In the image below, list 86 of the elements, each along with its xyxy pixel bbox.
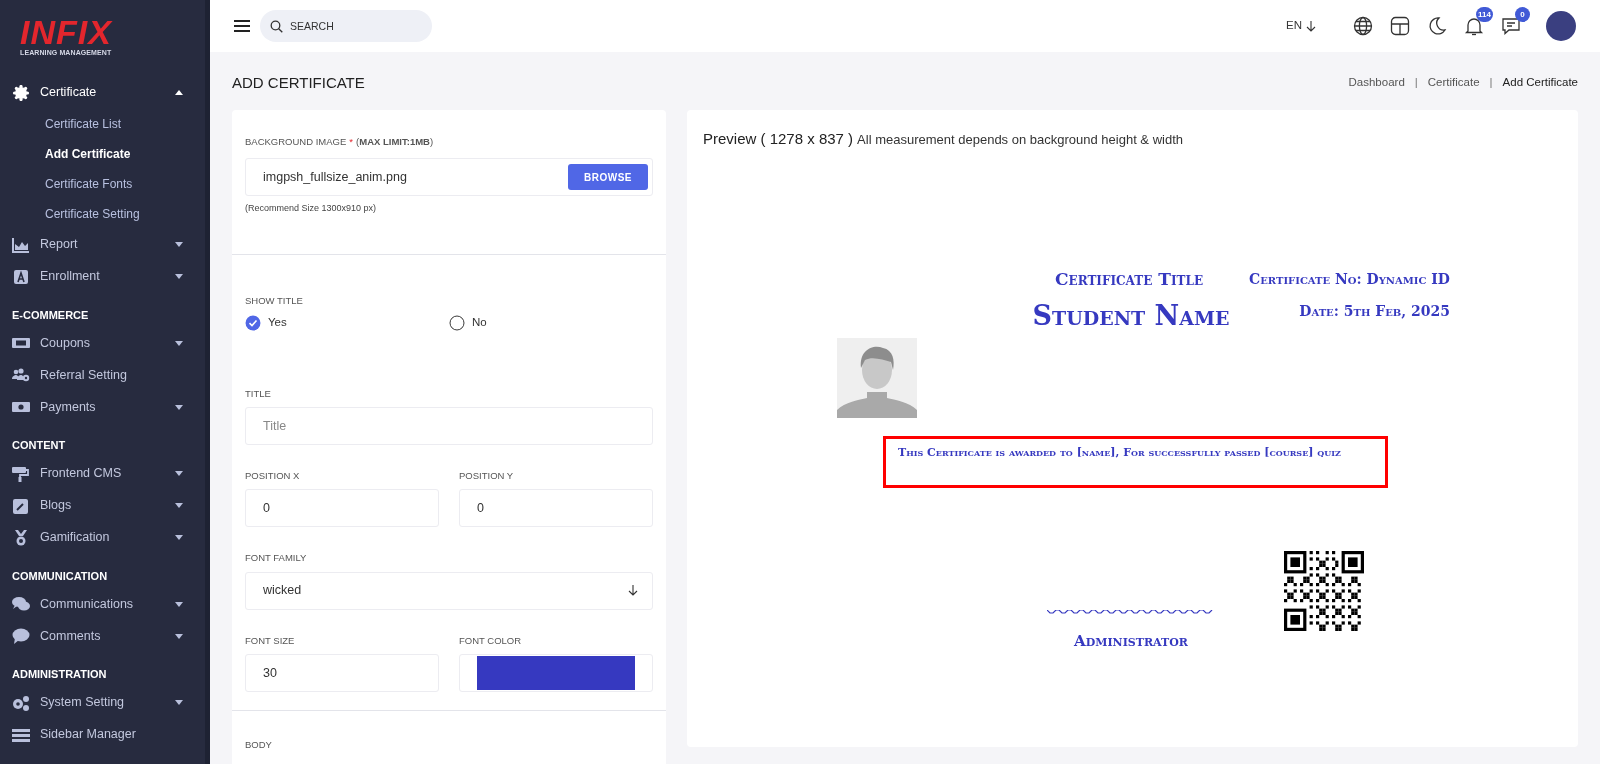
- page-title: ADD CERTIFICATE: [232, 74, 365, 92]
- edit-icon: [12, 497, 30, 514]
- radio-option[interactable]: No: [449, 314, 487, 332]
- input-field[interactable]: 0: [245, 489, 439, 528]
- arrow-down-icon: [628, 585, 638, 596]
- sidebar-item[interactable]: Sidebar Manager: [0, 718, 205, 751]
- required-mark: *: [349, 136, 354, 147]
- speech-bubble-icon: [12, 628, 30, 644]
- submenu-item[interactable]: Certificate Setting: [0, 198, 205, 229]
- radio-unchecked[interactable]: [449, 314, 465, 331]
- field-label: FONT FAMILY: [245, 551, 307, 566]
- chat-icon[interactable]: [1501, 16, 1521, 36]
- input-field[interactable]: Title: [245, 407, 653, 445]
- certificate-title: Certificate Title: [1054, 268, 1204, 291]
- browse-button[interactable]: BROWSE: [568, 164, 648, 190]
- users-icon: [12, 367, 30, 383]
- section-heading: E-COMMERCE: [11, 307, 90, 323]
- field-label: BACKGROUND IMAGE: [245, 135, 347, 149]
- badge-icon: [12, 84, 30, 101]
- section-heading: CONTENT: [11, 438, 67, 453]
- count-badge: 0: [1515, 7, 1530, 22]
- size-limit-note: (MAX LIMIT:1MB): [356, 136, 434, 147]
- menu-icon[interactable]: [234, 19, 250, 33]
- sidebar-item[interactable]: Referral Setting: [0, 359, 205, 391]
- size-hint: (Recommend Size 1300x910 px): [245, 202, 378, 215]
- field-label: FONT COLOR: [459, 633, 522, 648]
- sidebar-item[interactable]: Payments: [0, 391, 205, 423]
- sidebar-item[interactable]: Frontend CMS: [0, 457, 205, 490]
- field-label: SHOW TITLE: [245, 293, 303, 308]
- breadcrumb-link[interactable]: Dashboard: [1348, 74, 1405, 92]
- arrow-down-icon: [1306, 20, 1316, 32]
- field-label: POSITION X: [245, 469, 300, 483]
- cash-icon: [12, 399, 30, 415]
- gears-icon: [12, 694, 30, 711]
- sidebar-item[interactable]: Report: [0, 228, 205, 261]
- breadcrumb-separator: |: [1414, 75, 1418, 91]
- count-badge: 114: [1476, 7, 1493, 22]
- sidebar-item[interactable]: Communications: [0, 588, 205, 620]
- section-heading: COMMUNICATION: [11, 568, 109, 584]
- sidebar-item[interactable]: Enrollment: [0, 260, 205, 293]
- preview-note: All measurement depends on background height & width: [857, 131, 1183, 149]
- sidebar-item[interactable]: Comments: [0, 620, 205, 652]
- field-label: BODY: [245, 737, 272, 752]
- breadcrumb-link[interactable]: Certificate: [1427, 74, 1480, 92]
- radio-checked[interactable]: [245, 314, 261, 331]
- layout-icon[interactable]: [1390, 16, 1410, 36]
- ticket-icon: [12, 335, 30, 351]
- globe-icon[interactable]: [1353, 16, 1373, 36]
- submenu-item[interactable]: Add Certificate: [0, 138, 205, 169]
- submenu-item[interactable]: Certificate Fonts: [0, 168, 205, 199]
- field-label: TITLE: [245, 386, 271, 401]
- certificate-number: Certificate No: Dynamic ID: [1249, 270, 1450, 289]
- certificate-date: Date: 5th Feb, 2025: [1299, 302, 1450, 321]
- breadcrumb-current: Add Certificate: [1502, 75, 1578, 91]
- moon-icon[interactable]: [1427, 16, 1447, 36]
- bell-icon[interactable]: [1464, 16, 1484, 36]
- sidebar-item[interactable]: System Setting: [0, 686, 205, 719]
- student-name: Student Name: [1032, 299, 1230, 333]
- language-selector[interactable]: EN: [1286, 17, 1316, 35]
- field-label: POSITION Y: [459, 469, 514, 483]
- sidebar-item[interactable]: Certificate: [0, 76, 205, 109]
- search-field[interactable]: SEARCH: [260, 10, 432, 42]
- radio-option[interactable]: Yes: [245, 314, 287, 332]
- sidebar-item[interactable]: Gamification: [0, 521, 205, 554]
- select-field[interactable]: wicked: [245, 571, 653, 610]
- logo-wordmark: INFIX: [20, 16, 114, 48]
- field-label: FONT SIZE: [245, 633, 295, 648]
- chat-bubbles-icon: [12, 596, 30, 612]
- medal-icon: [12, 529, 30, 546]
- input-field[interactable]: 30: [245, 653, 439, 692]
- area-chart-icon: [12, 236, 30, 253]
- letter-icon: [12, 268, 30, 285]
- certificate-body-text: This Certificate is awarded to [name], For successfully passed [course] quiz: [883, 436, 1388, 488]
- preview-heading: Preview ( 1278 x 837 ): [703, 129, 854, 149]
- file-field[interactable]: imgpsh_fullsize_anim.png BROWSE: [245, 158, 653, 196]
- breadcrumb-separator: |: [1489, 75, 1493, 91]
- submenu-item[interactable]: Certificate List: [0, 108, 205, 139]
- sidebar-item[interactable]: Coupons: [0, 327, 205, 359]
- paint-roller-icon: [12, 465, 30, 482]
- section-heading: ADMINISTRATION: [11, 667, 108, 682]
- user-avatar[interactable]: [1546, 11, 1576, 41]
- input-field[interactable]: 0: [459, 489, 653, 528]
- signature-label: Administrator: [1074, 631, 1188, 652]
- sidebar-item[interactable]: Blogs: [0, 489, 205, 522]
- color-field[interactable]: [459, 653, 653, 692]
- menu-icon: [12, 726, 30, 743]
